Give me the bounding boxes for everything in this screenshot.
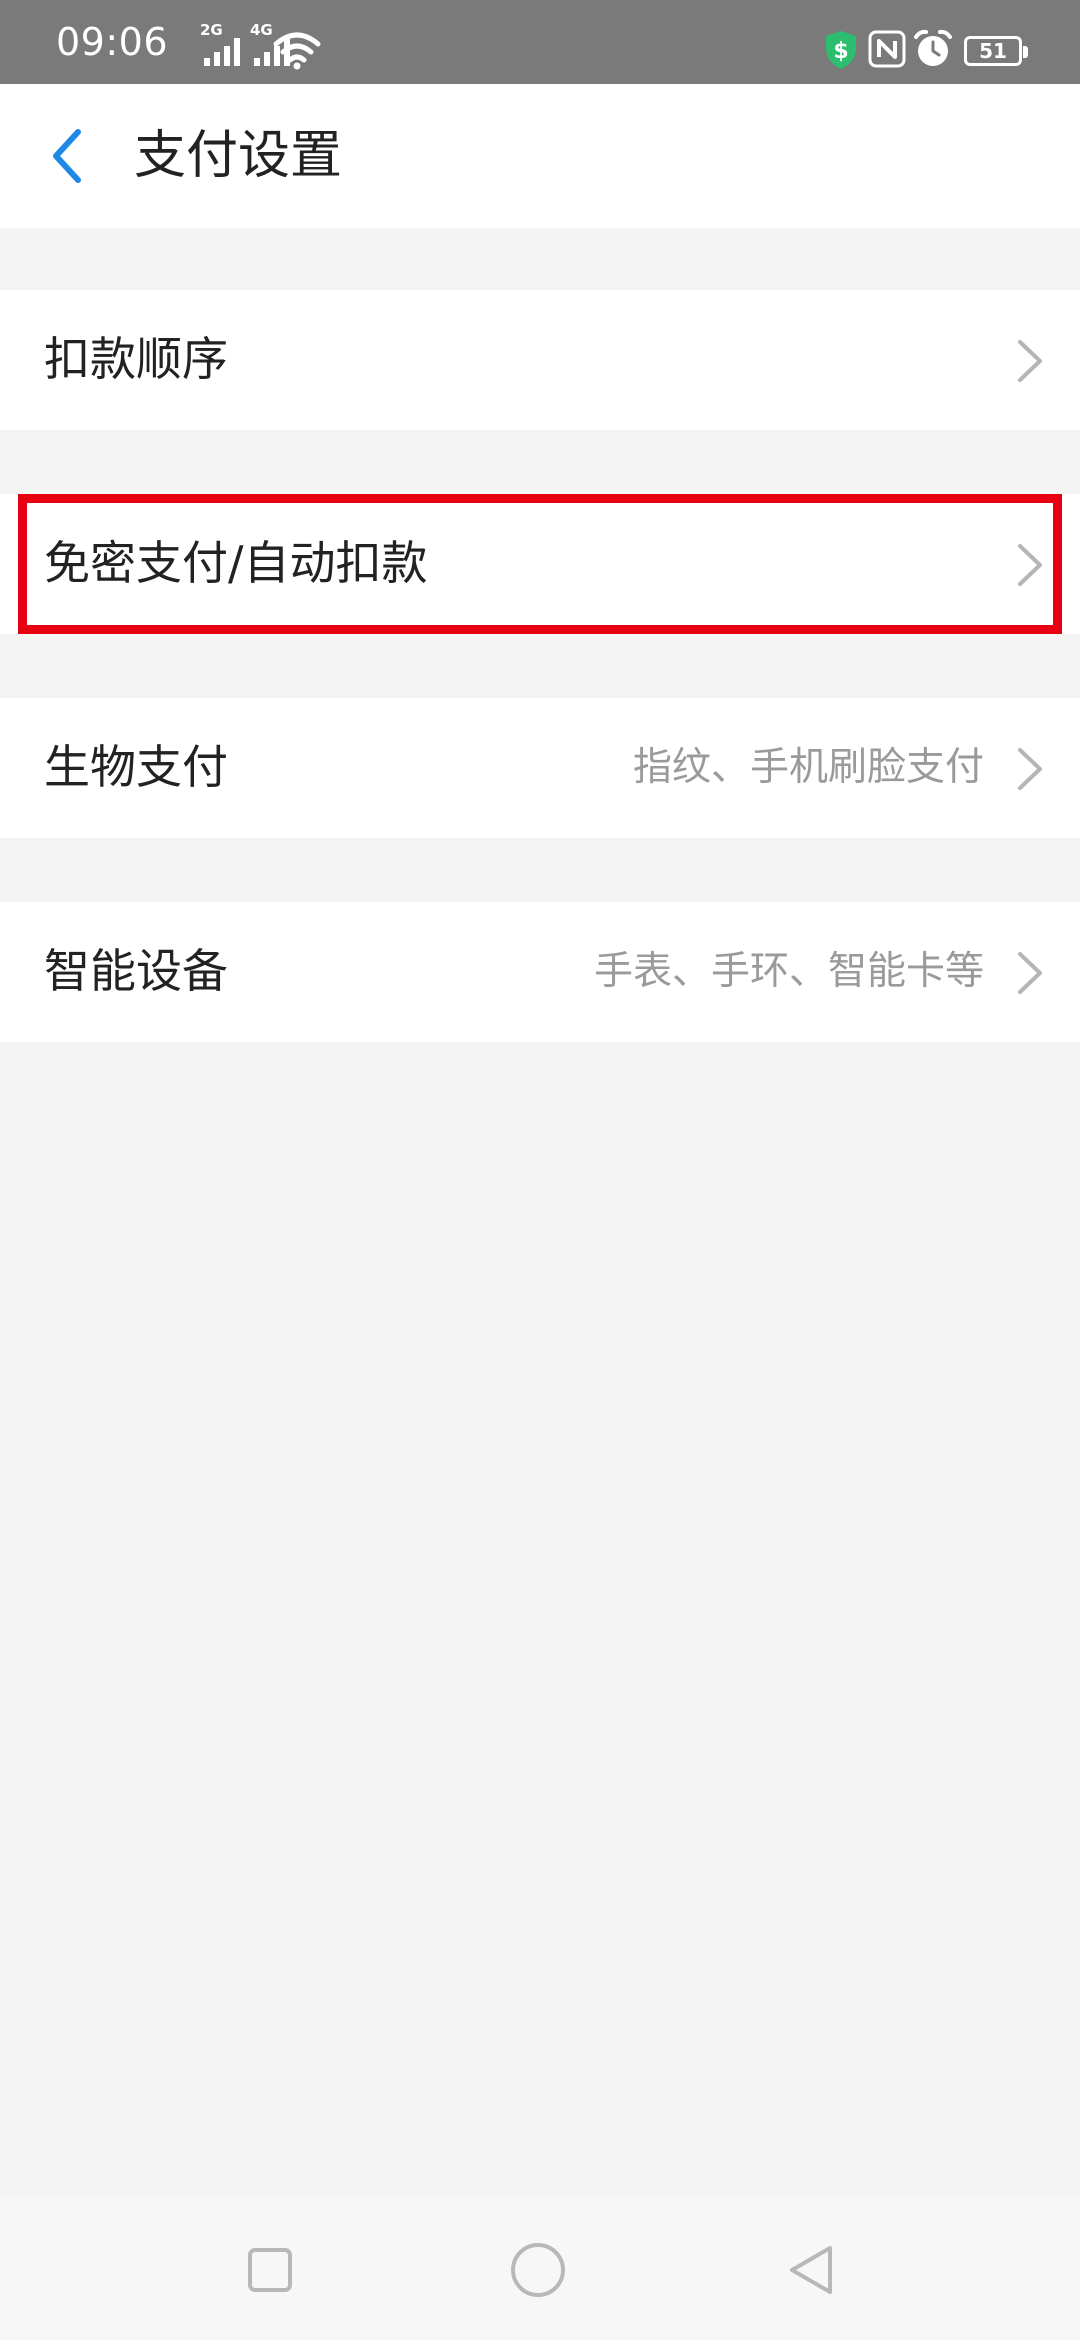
chevron-right-icon	[1018, 340, 1042, 382]
status-time: 09:06	[56, 20, 169, 64]
app-header: 支付设置	[0, 84, 1080, 228]
page-title: 支付设置	[134, 126, 343, 186]
alarm-clock-icon	[914, 29, 952, 66]
settings-item-label: 免密支付/自动扣款	[44, 536, 428, 590]
svg-text:$: $	[833, 39, 848, 64]
chevron-right-icon	[1018, 748, 1042, 790]
settings-item-password-free-payment[interactable]: 免密支付/自动扣款	[0, 494, 1080, 634]
home-icon[interactable]	[508, 2240, 568, 2300]
settings-item-smart-devices[interactable]: 智能设备 手表、手环、智能卡等	[0, 902, 1080, 1042]
network-type: 2G	[200, 21, 223, 39]
wifi-icon	[273, 32, 321, 70]
system-nav-bar	[0, 2198, 1080, 2340]
back-button[interactable]	[30, 120, 102, 192]
signal-icon: 2G	[200, 22, 242, 66]
back-icon[interactable]	[782, 2240, 842, 2300]
settings-item-label: 生物支付	[44, 740, 228, 794]
security-shield-icon: $	[826, 31, 856, 69]
recent-apps-icon[interactable]	[240, 2240, 300, 2300]
status-bar: 09:06 2G 4G $ 51	[0, 0, 1080, 84]
network-type: 4G	[250, 21, 273, 39]
chevron-right-icon	[1018, 544, 1042, 586]
settings-item-label: 智能设备	[44, 944, 228, 998]
settings-item-biometric-payment[interactable]: 生物支付 指纹、手机刷脸支付	[0, 698, 1080, 838]
settings-item-label: 扣款顺序	[44, 332, 228, 386]
settings-item-subtitle: 指纹、手机刷脸支付	[632, 745, 984, 790]
battery-icon: 51	[964, 36, 1028, 66]
chevron-left-icon	[53, 129, 81, 183]
settings-item-deduction-order[interactable]: 扣款顺序	[0, 290, 1080, 430]
chevron-right-icon	[1018, 952, 1042, 994]
nfc-icon	[868, 30, 906, 68]
settings-item-subtitle: 手表、手环、智能卡等	[593, 949, 984, 994]
